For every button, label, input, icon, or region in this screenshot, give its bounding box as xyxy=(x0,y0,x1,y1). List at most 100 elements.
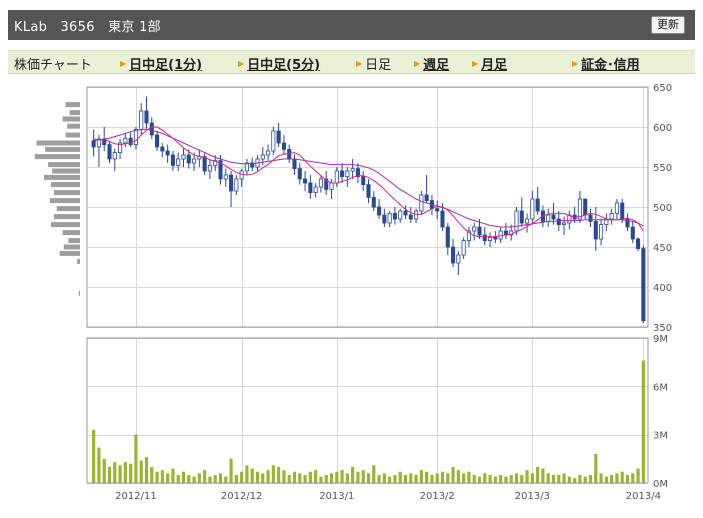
volume-bar xyxy=(160,470,164,483)
price-axis: 650 600 550 500 450 400 350 xyxy=(653,83,672,334)
volume-bar xyxy=(530,473,534,483)
volume-bar xyxy=(229,458,233,483)
candle-body-up xyxy=(112,152,117,160)
candle-body-up xyxy=(488,236,493,241)
candle-body-up xyxy=(139,110,144,130)
candle-body-down xyxy=(281,142,286,150)
candle-body-down xyxy=(556,218,561,225)
candle-body-up xyxy=(271,130,276,152)
volume-bar xyxy=(388,476,392,483)
volume-bar xyxy=(150,466,154,483)
candle-body-up xyxy=(419,194,424,212)
volume-bar xyxy=(625,474,630,483)
candle-body-down xyxy=(424,194,429,201)
candle-body-down xyxy=(276,130,281,144)
candle-body-up xyxy=(266,150,271,156)
candle-body-down xyxy=(435,208,440,212)
volume-bar xyxy=(345,473,349,483)
volume-bar xyxy=(604,476,608,483)
candle-body-up xyxy=(260,154,265,160)
volume-bar xyxy=(113,462,117,483)
price-tick-label: 600 xyxy=(653,123,672,134)
candle-body-down xyxy=(403,210,408,216)
candle-body-down xyxy=(165,150,170,156)
volume-profile xyxy=(34,102,80,296)
volume-bar xyxy=(419,470,423,483)
candle-body-down xyxy=(636,238,641,249)
date-tick-label: 2012/11 xyxy=(115,491,157,502)
candle-body-down xyxy=(408,214,413,220)
candle-body-down xyxy=(202,156,207,172)
candle-body-down xyxy=(630,226,635,240)
volume-bar xyxy=(208,476,212,483)
candle-body-up xyxy=(414,210,419,220)
volume-bar xyxy=(197,473,201,483)
candle-body-up xyxy=(133,128,138,145)
volume-bar xyxy=(514,473,519,483)
volume-bar xyxy=(525,470,529,483)
volume-bar xyxy=(477,476,482,483)
volume-bar xyxy=(573,478,577,483)
candle-body-down xyxy=(160,146,165,152)
candle-body-up xyxy=(498,230,503,240)
volume-bar xyxy=(277,466,281,483)
volume-bar xyxy=(578,474,582,483)
candlestick-series xyxy=(91,96,646,323)
candle-body-down xyxy=(593,220,598,240)
volume-axis: 9M 6M 3M 0M xyxy=(653,334,668,490)
volume-bar xyxy=(562,473,566,483)
moving-average-long-line xyxy=(93,128,644,228)
candle-body-down xyxy=(371,196,376,208)
candle-body-up xyxy=(345,170,350,177)
volume-bar xyxy=(329,473,334,483)
volume-bar xyxy=(615,473,619,483)
volume-bar xyxy=(134,434,138,483)
candle-body-down xyxy=(91,140,96,148)
candle-body-up xyxy=(207,164,212,172)
candle-body-down xyxy=(155,134,160,148)
candle-body-down xyxy=(451,246,456,264)
volume-profile-bar xyxy=(77,258,80,264)
candle-body-down xyxy=(482,234,487,241)
candle-body-down xyxy=(551,214,556,220)
candle-body-up xyxy=(318,178,323,188)
volume-profile-bar xyxy=(36,140,80,146)
volume-bar xyxy=(218,473,223,483)
volume-bar xyxy=(176,474,180,483)
volume-bar xyxy=(557,474,561,483)
volume-bar xyxy=(308,471,312,483)
volume-bar xyxy=(641,360,645,483)
volume-bar xyxy=(425,471,429,483)
volume-bar xyxy=(594,454,598,483)
volume-profile-bar xyxy=(45,146,80,152)
volume-bar xyxy=(213,474,217,483)
volume-tick-label: 0M xyxy=(653,479,668,490)
candle-body-up xyxy=(239,170,244,180)
volume-bar xyxy=(472,474,476,483)
candle-body-up xyxy=(329,182,334,190)
volume-grid xyxy=(87,338,648,484)
volume-bar xyxy=(282,470,286,483)
candle-body-down xyxy=(493,236,498,240)
volume-bar xyxy=(620,471,624,483)
candle-body-up xyxy=(387,212,392,224)
volume-bar xyxy=(292,471,297,483)
volume-bar xyxy=(271,465,275,483)
volume-bar xyxy=(255,471,260,483)
candle-body-down xyxy=(588,214,593,222)
volume-bar xyxy=(129,463,133,483)
candle-body-up xyxy=(546,214,551,222)
volume-bar xyxy=(287,474,291,483)
volume-bar xyxy=(451,466,455,483)
volume-bar xyxy=(610,474,614,483)
volume-bar xyxy=(298,473,302,483)
volume-profile-bar xyxy=(48,162,80,168)
volume-profile-bar xyxy=(68,238,80,244)
volume-bar xyxy=(335,471,339,483)
volume-profile-bar xyxy=(51,182,80,188)
candle-body-up xyxy=(614,202,619,214)
volume-bar xyxy=(382,473,386,483)
candle-body-up xyxy=(398,210,403,220)
volume-tick-label: 3M xyxy=(653,431,668,442)
candle-body-up xyxy=(461,240,466,256)
